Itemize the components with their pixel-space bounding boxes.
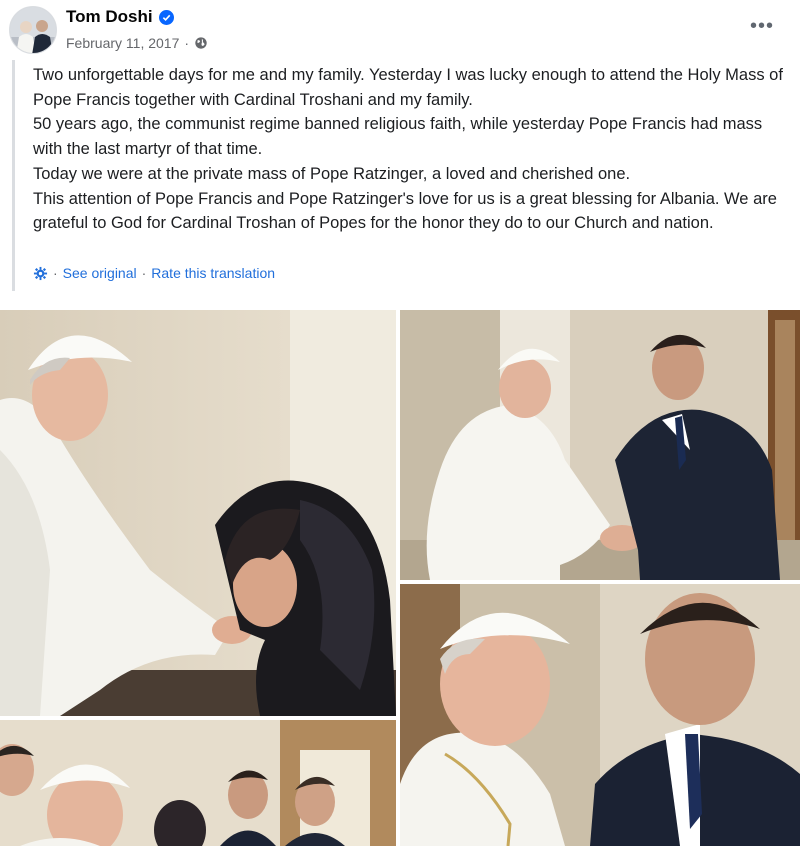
post-paragraph: Today we were at the private mass of Pop… [33,164,631,183]
post-paragraph: 50 years ago, the communist regime banne… [33,115,763,159]
meta-separator: · [184,35,190,51]
translation-dot: · [141,265,147,281]
post-paragraph: Two unforgettable days for me and my fam… [33,66,783,109]
photo-pope-woman[interactable] [0,310,396,716]
post-date[interactable]: February 11, 2017 [66,35,179,51]
translation-dot: · [53,265,58,281]
post-body: Two unforgettable days for me and my fam… [12,60,800,291]
globe-icon [195,37,207,49]
photo-pope-handshake[interactable] [400,310,800,580]
rate-translation-link[interactable]: Rate this translation [151,265,275,281]
photo-group[interactable] [0,720,396,846]
photo-pope-closeup[interactable] [400,584,800,846]
gear-icon[interactable] [33,266,48,281]
avatar[interactable] [9,6,57,54]
more-options-icon[interactable]: ••• [750,16,774,36]
photo-grid [0,310,800,846]
post-paragraph: This attention of Pope Francis and Pope … [33,189,777,233]
verified-badge-icon [158,9,174,25]
author-name[interactable]: Tom Doshi [66,7,174,27]
translation-bar: · See original · Rate this translation [33,265,275,281]
see-original-link[interactable]: See original [63,265,137,281]
author-name-text[interactable]: Tom Doshi [66,7,153,27]
post-meta: February 11, 2017 · [66,35,208,51]
post-header: Tom Doshi February 11, 2017 · ••• [0,0,800,60]
post-text: Two unforgettable days for me and my fam… [33,63,793,236]
